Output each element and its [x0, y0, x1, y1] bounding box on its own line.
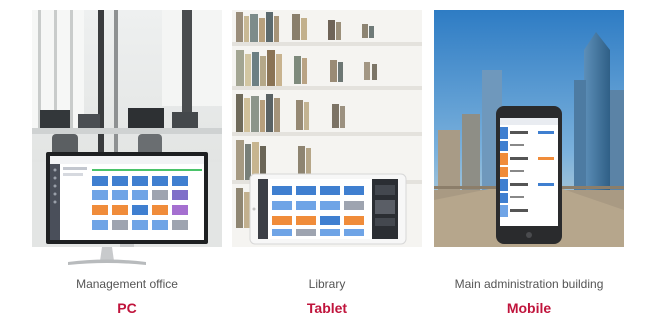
library-scene [232, 10, 422, 247]
device-label: Mobile [506, 300, 552, 316]
location-label: Management office [76, 277, 178, 291]
location-label: Main administration building [454, 277, 604, 291]
pc-photo [32, 10, 222, 247]
office-scene [32, 10, 222, 247]
mobile-photo [434, 10, 624, 247]
monitor-stand [68, 247, 146, 265]
device-label: Tablet [306, 300, 348, 316]
tablet-photo [232, 10, 422, 247]
city-scene [434, 10, 624, 247]
location-label: Library [308, 277, 346, 291]
phone-screen [500, 118, 558, 226]
device-label: PC [117, 300, 137, 316]
